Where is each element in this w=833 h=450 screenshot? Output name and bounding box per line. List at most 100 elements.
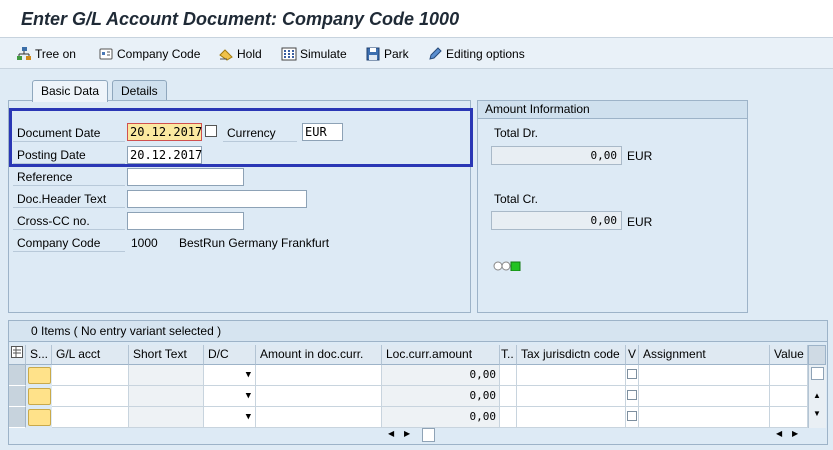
- title-bar: Enter G/L Account Document: Company Code…: [0, 0, 833, 38]
- company-code-label: Company Code: [117, 47, 201, 61]
- tree-on-button[interactable]: Tree on: [16, 45, 76, 63]
- tree-icon: [17, 47, 31, 60]
- cell-value[interactable]: [770, 407, 808, 428]
- scroll-thumb[interactable]: [811, 367, 824, 380]
- cell-amount-doc[interactable]: [256, 407, 382, 428]
- col-short-text[interactable]: Short Text: [129, 345, 204, 365]
- vertical-scrollbar[interactable]: ▲ ▼: [808, 365, 826, 428]
- cell-amount-doc[interactable]: [256, 365, 382, 386]
- col-tax-jurisdiction[interactable]: Tax jurisdictn code: [517, 345, 626, 365]
- row-status-button[interactable]: [28, 367, 51, 384]
- items-grid: 0 Items ( No entry variant selected ) S.…: [8, 320, 828, 445]
- hold-icon: [219, 49, 233, 61]
- cell-dc[interactable]: ▼: [204, 365, 256, 386]
- total-cr-currency: EUR: [627, 215, 653, 229]
- cell-short-text: [129, 386, 204, 407]
- total-dr-label: Total Dr.: [494, 126, 539, 140]
- tab-basic-data[interactable]: Basic Data: [32, 80, 109, 102]
- application-toolbar: Tree on Company Code Hold Simulate Park …: [0, 38, 833, 69]
- editing-options-label: Editing options: [446, 47, 525, 61]
- cell-tax-code[interactable]: [500, 365, 517, 386]
- col-tax-code[interactable]: T..: [500, 345, 517, 365]
- cell-amount-doc[interactable]: [256, 386, 382, 407]
- highlight-box: [9, 108, 473, 167]
- cell-v[interactable]: [626, 407, 639, 428]
- cell-dc[interactable]: ▼: [204, 407, 256, 428]
- checkbox[interactable]: [627, 390, 637, 400]
- col-assignment[interactable]: Assignment: [639, 345, 770, 365]
- reference-field[interactable]: [127, 168, 244, 186]
- dropdown-arrow-icon[interactable]: ▼: [246, 407, 251, 427]
- total-dr-value: 0,00: [491, 146, 622, 165]
- cell-value[interactable]: [770, 386, 808, 407]
- cell-assignment[interactable]: [639, 386, 770, 407]
- cell-tax-jurisdiction[interactable]: [517, 407, 626, 428]
- row-status-button[interactable]: [28, 409, 51, 426]
- scroll-up-icon[interactable]: ▲: [813, 391, 821, 400]
- scroll-right-icon[interactable]: ▶: [404, 429, 410, 438]
- cell-dc[interactable]: ▼: [204, 386, 256, 407]
- cell-v[interactable]: [626, 386, 639, 407]
- cell-short-text: [129, 365, 204, 386]
- doc-header-text-field[interactable]: [127, 190, 307, 208]
- tab-details-label: Details: [121, 84, 158, 98]
- simulate-label: Simulate: [300, 47, 347, 61]
- column-settings-icon[interactable]: [9, 345, 26, 365]
- scroll-left-end-icon[interactable]: ◀: [776, 429, 782, 438]
- company-code-button[interactable]: Company Code: [98, 45, 200, 63]
- traffic-light-icon: [493, 260, 523, 272]
- cell-tax-jurisdiction[interactable]: [517, 365, 626, 386]
- row-selector[interactable]: [9, 386, 26, 407]
- cell-tax-code[interactable]: [500, 407, 517, 428]
- row-selector[interactable]: [9, 365, 26, 386]
- items-grid-title: 0 Items ( No entry variant selected ): [31, 324, 222, 338]
- col-value[interactable]: Value: [770, 345, 808, 365]
- items-grid-title-bar: 0 Items ( No entry variant selected ): [9, 321, 827, 342]
- col-dc[interactable]: D/C: [204, 345, 256, 365]
- hscroll-thumb[interactable]: [422, 428, 435, 442]
- amount-information-header: Amount Information: [478, 101, 747, 119]
- hold-button[interactable]: Hold: [218, 45, 262, 63]
- dropdown-arrow-icon[interactable]: ▼: [246, 386, 251, 406]
- page-title: Enter G/L Account Document: Company Code…: [21, 9, 460, 29]
- total-cr-value: 0,00: [491, 211, 622, 230]
- hold-label: Hold: [237, 47, 262, 61]
- col-loc-amount[interactable]: Loc.curr.amount: [382, 345, 500, 365]
- cell-gl-acct[interactable]: [52, 386, 129, 407]
- row-status-button[interactable]: [28, 388, 51, 405]
- cell-v[interactable]: [626, 365, 639, 386]
- col-status[interactable]: S...: [26, 345, 52, 365]
- cell-assignment[interactable]: [639, 365, 770, 386]
- cell-assignment[interactable]: [639, 407, 770, 428]
- row-selector[interactable]: [9, 407, 26, 428]
- tab-details[interactable]: Details: [112, 80, 167, 101]
- cell-tax-jurisdiction[interactable]: [517, 386, 626, 407]
- cell-gl-acct[interactable]: [52, 365, 129, 386]
- park-button[interactable]: Park: [365, 45, 409, 63]
- company-name-value: BestRun Germany Frankfurt: [179, 236, 330, 250]
- simulate-button[interactable]: Simulate: [281, 45, 347, 63]
- scroll-right-end-icon[interactable]: ▶: [792, 429, 798, 438]
- checkbox[interactable]: [627, 411, 637, 421]
- cell-loc-amount: 0,00: [382, 386, 500, 407]
- total-cr-label: Total Cr.: [494, 192, 539, 206]
- grid-vscroll-top: [808, 345, 826, 365]
- cell-loc-amount: 0,00: [382, 365, 500, 386]
- cell-gl-acct[interactable]: [52, 407, 129, 428]
- horizontal-scrollbar[interactable]: ◀ ▶ ◀ ▶: [382, 427, 808, 443]
- col-gl-acct[interactable]: G/L acct: [52, 345, 129, 365]
- cross-cc-field[interactable]: [127, 212, 244, 230]
- company-code-icon: [99, 48, 113, 60]
- scroll-left-icon[interactable]: ◀: [388, 429, 394, 438]
- scroll-down-icon[interactable]: ▼: [813, 409, 821, 418]
- tree-on-label: Tree on: [35, 47, 76, 61]
- cell-loc-amount: 0,00: [382, 407, 500, 428]
- col-amount-doc[interactable]: Amount in doc.curr.: [256, 345, 382, 365]
- checkbox[interactable]: [627, 369, 637, 379]
- dropdown-arrow-icon[interactable]: ▼: [246, 365, 251, 385]
- cross-cc-label: Cross-CC no.: [13, 212, 125, 230]
- cell-tax-code[interactable]: [500, 386, 517, 407]
- editing-options-button[interactable]: Editing options: [427, 45, 525, 63]
- col-v[interactable]: V: [626, 345, 639, 365]
- cell-value[interactable]: [770, 365, 808, 386]
